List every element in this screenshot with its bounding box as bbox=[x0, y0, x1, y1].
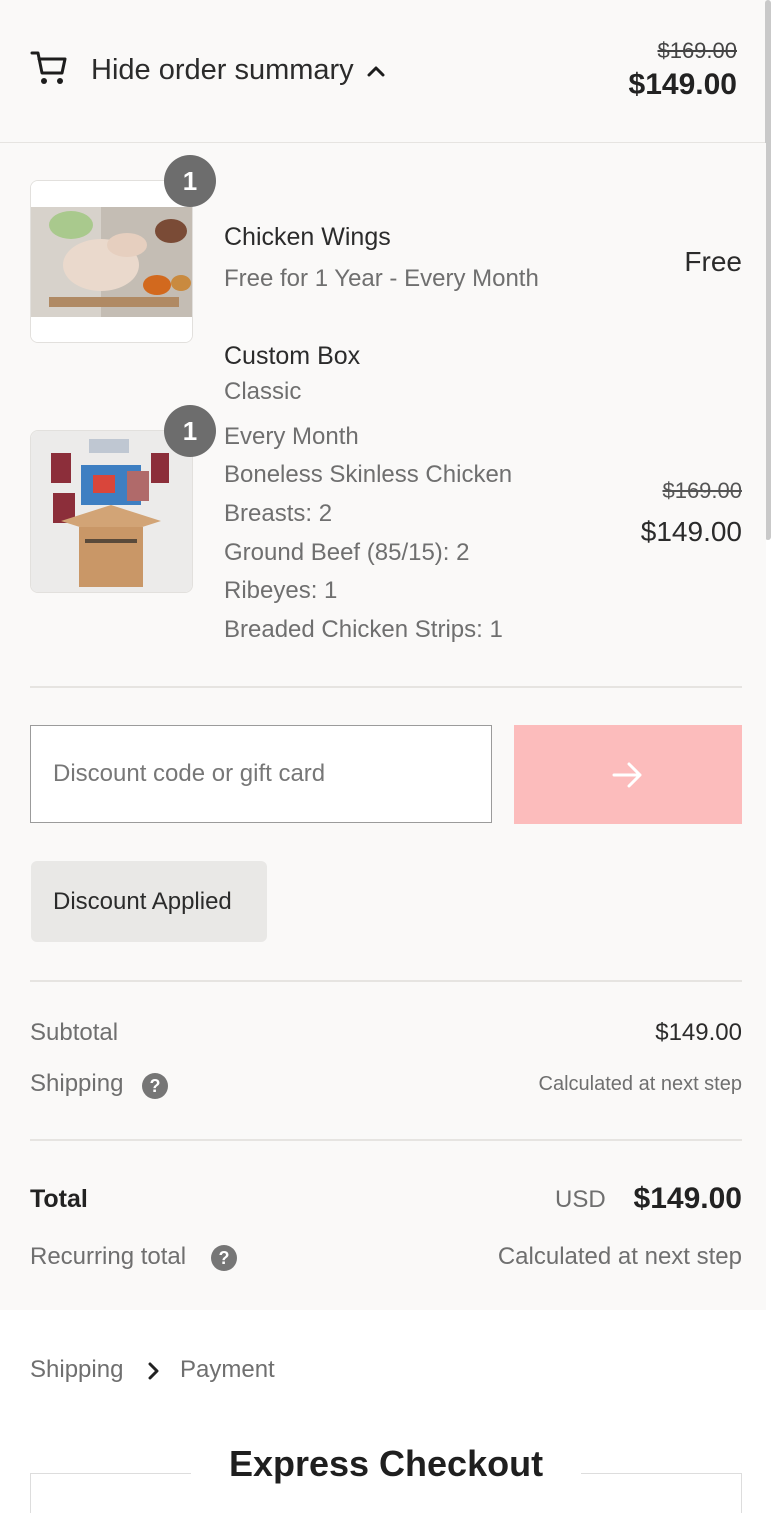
order-summary-toggle[interactable]: Hide order summary $169.00 $149.00 bbox=[0, 0, 766, 143]
item-detail: Boneless Skinless Chicken bbox=[224, 461, 513, 488]
chevron-up-icon bbox=[367, 66, 385, 77]
header-compare-total: $169.00 bbox=[657, 38, 737, 63]
item-detail: Ribeyes: 1 bbox=[224, 577, 338, 604]
total-label: Total bbox=[30, 1185, 88, 1213]
total-amount: $149.00 bbox=[633, 1182, 742, 1215]
item-detail: Breaded Chicken Strips: 1 bbox=[224, 616, 503, 643]
item-price: Free bbox=[684, 246, 742, 277]
item-detail: Ground Beef (85/15): 2 bbox=[224, 539, 470, 566]
header-total: $149.00 bbox=[628, 68, 737, 101]
arrow-right-icon bbox=[612, 762, 642, 787]
divider bbox=[30, 686, 742, 688]
item-detail: Free for 1 Year - Every Month bbox=[224, 265, 539, 292]
product-image-custom-box bbox=[30, 430, 193, 593]
chevron-right-icon bbox=[148, 1362, 159, 1380]
discount-applied-tag: Discount Applied bbox=[31, 861, 267, 942]
express-checkout-title: Express Checkout bbox=[191, 1443, 581, 1485]
item-detail: Breasts: 2 bbox=[224, 500, 333, 527]
item-detail: Every Month bbox=[224, 423, 359, 450]
divider bbox=[30, 980, 742, 982]
shipping-label: Shipping bbox=[30, 1070, 124, 1097]
help-icon[interactable]: ? bbox=[142, 1073, 168, 1099]
total-currency: USD bbox=[555, 1186, 606, 1213]
item-compare-price: $169.00 bbox=[662, 478, 742, 503]
item-price: $149.00 bbox=[640, 516, 742, 547]
cart-icon bbox=[30, 51, 67, 84]
custom-box-photo bbox=[31, 431, 192, 592]
help-icon[interactable]: ? bbox=[211, 1245, 237, 1271]
item-name: Chicken Wings bbox=[224, 223, 391, 251]
toggle-summary-label[interactable]: Hide order summary bbox=[91, 54, 354, 87]
breadcrumb-payment[interactable]: Payment bbox=[180, 1356, 275, 1384]
breadcrumb-shipping[interactable]: Shipping bbox=[30, 1356, 123, 1384]
quantity-badge: 1 bbox=[164, 405, 216, 457]
recurring-total-value: Calculated at next step bbox=[497, 1243, 742, 1270]
discount-code-input[interactable] bbox=[30, 725, 492, 823]
apply-discount-button[interactable] bbox=[514, 725, 742, 824]
recurring-total-label: Recurring total bbox=[30, 1243, 187, 1270]
divider bbox=[30, 1139, 742, 1141]
subtotal-label: Subtotal bbox=[30, 1019, 119, 1046]
shipping-value: Calculated at next step bbox=[538, 1073, 742, 1095]
subtotal-value: $149.00 bbox=[655, 1019, 742, 1046]
quantity-badge: 1 bbox=[164, 155, 216, 207]
item-detail: Classic bbox=[224, 378, 302, 405]
item-name: Custom Box bbox=[224, 342, 361, 370]
product-image-chicken-wings bbox=[30, 180, 193, 343]
chicken-wings-photo bbox=[31, 181, 192, 342]
